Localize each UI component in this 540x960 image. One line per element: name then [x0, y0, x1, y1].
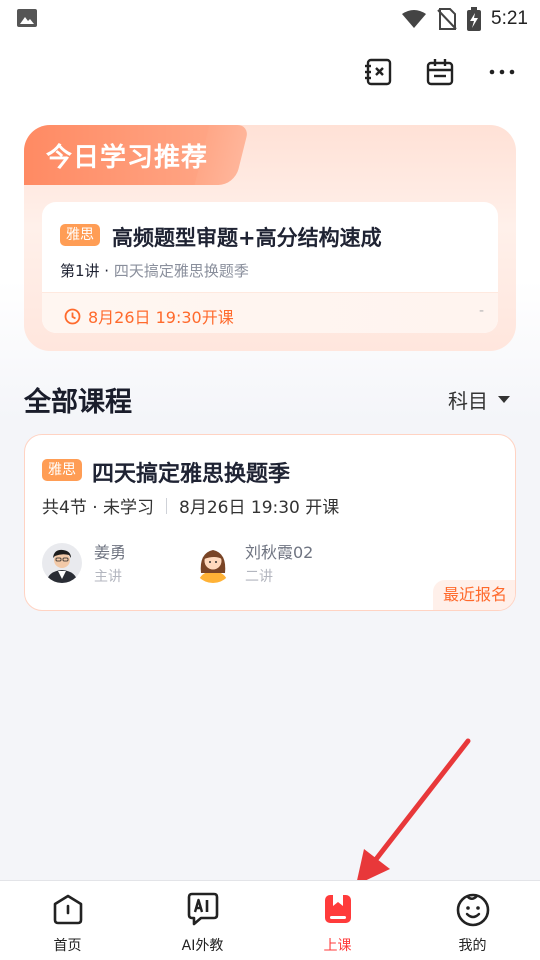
- profile-face-icon: [456, 893, 489, 927]
- teacher-assistant: 刘秋霞02 二讲: [193, 539, 313, 586]
- nav-item-ai-tutor[interactable]: AI外教: [135, 881, 270, 960]
- all-courses-title: 全部课程: [24, 387, 132, 418]
- caret-down-icon: [498, 395, 510, 403]
- calendar-button[interactable]: [426, 56, 454, 88]
- teacher-avatar: [42, 542, 82, 583]
- top-toolbar: [364, 56, 516, 88]
- course-meta: 共4节 · 未学习 8月26日 19:30 开课: [42, 493, 339, 518]
- recommendation-title: 今日学习推荐: [46, 143, 209, 173]
- notebook-close-button[interactable]: [364, 56, 392, 88]
- nav-label: 上课: [323, 938, 352, 954]
- lesson-status: -: [478, 303, 484, 319]
- course-progress: 共4节 · 未学习: [42, 498, 155, 518]
- subject-tag: 雅思: [42, 459, 82, 481]
- nav-label: AI外教: [181, 938, 224, 954]
- bottom-navigation: 首页 AI外教 上课 我的: [0, 880, 540, 960]
- more-icon: [489, 69, 515, 75]
- lesson-info: 第1讲 · 四天搞定雅思换题季: [60, 260, 249, 281]
- nav-label: 我的: [458, 938, 487, 954]
- image-icon: [17, 9, 37, 27]
- nav-item-home[interactable]: 首页: [0, 881, 135, 960]
- teacher-main: 姜勇 主讲: [42, 539, 126, 586]
- teacher-role: 二讲: [245, 569, 273, 585]
- nav-item-profile[interactable]: 我的: [405, 881, 540, 960]
- class-book-icon: [324, 895, 351, 923]
- battery-charging-icon: [467, 7, 482, 31]
- notebook-close-icon: [365, 58, 392, 86]
- subject-filter-dropdown[interactable]: 科目: [448, 385, 510, 414]
- lesson-number: 第1讲 ·: [60, 262, 110, 280]
- teacher-avatar: [193, 542, 233, 583]
- subject-tag: 雅思: [60, 224, 100, 246]
- nav-item-class[interactable]: 上课: [270, 881, 405, 960]
- teacher-name: 姜勇: [94, 543, 127, 562]
- teacher-role: 主讲: [94, 569, 122, 585]
- course-title: 四天搞定雅思换题季: [92, 462, 291, 487]
- status-time: 5:21: [491, 8, 528, 29]
- course-start-time: 8月26日 19:30 开课: [179, 498, 340, 518]
- recommended-lesson[interactable]: 雅思 高频题型审题+高分结构速成 第1讲 · 四天搞定雅思换题季 8月26日 1…: [42, 202, 498, 333]
- lesson-time-bar: 8月26日 19:30开课 -: [42, 292, 498, 333]
- ai-tutor-icon: [187, 892, 218, 926]
- status-bar: 5:21: [0, 0, 540, 38]
- annotation-arrow: [356, 738, 471, 885]
- nav-label: 首页: [53, 938, 82, 954]
- subject-filter-label: 科目: [448, 389, 488, 413]
- more-button[interactable]: [488, 56, 516, 88]
- calendar-icon: [426, 59, 454, 86]
- clock-icon: [64, 308, 81, 324]
- course-card[interactable]: 雅思 四天搞定雅思换题季 共4节 · 未学习 8月26日 19:30 开课 姜勇…: [24, 434, 516, 611]
- wifi-icon: [402, 10, 427, 28]
- divider: [166, 497, 168, 514]
- lesson-time: 8月26日 19:30开课: [88, 308, 234, 327]
- home-icon: [53, 894, 82, 925]
- lesson-title: 高频题型审题+高分结构速成: [112, 226, 382, 250]
- no-sim-icon: [437, 8, 457, 30]
- lesson-course-name: 四天搞定雅思换题季: [109, 262, 249, 280]
- teacher-name: 刘秋霞02: [245, 543, 314, 562]
- today-recommendation-card: 今日学习推荐 雅思 高频题型审题+高分结构速成 第1讲 · 四天搞定雅思换题季 …: [24, 125, 516, 351]
- recently-enrolled-badge: 最近报名: [432, 580, 515, 610]
